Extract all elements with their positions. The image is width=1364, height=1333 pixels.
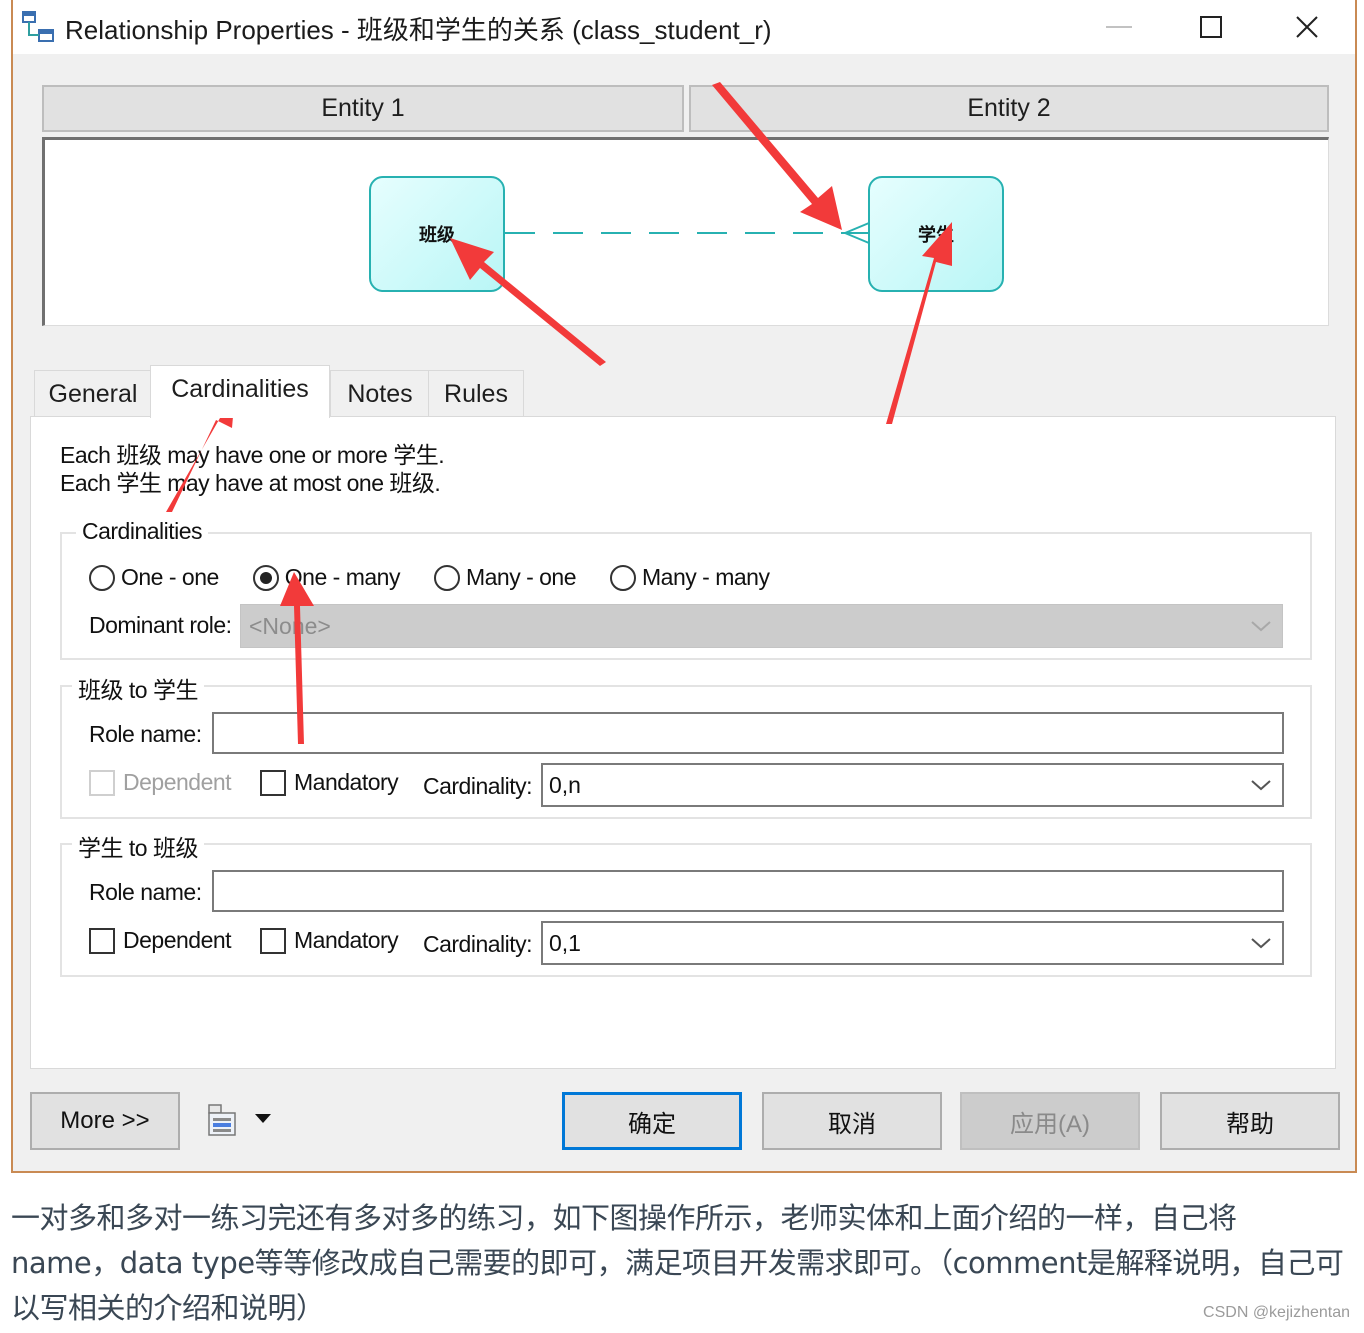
checkbox-box[interactable] [260, 927, 286, 954]
radio-one-one[interactable]: One - one [89, 564, 219, 591]
minimize-icon [1106, 26, 1132, 28]
apply-button: 应用(A) [960, 1092, 1140, 1150]
tab-notes[interactable]: Notes [330, 370, 430, 417]
relationship-app-icon [22, 11, 54, 42]
role1-cardinality-label: Cardinality: [423, 773, 533, 799]
role2-cardinality-value: 0,1 [549, 929, 581, 956]
watermark: CSDN @kejizhentan [1203, 1304, 1350, 1321]
checkbox-label: Dependent [123, 927, 232, 953]
help-button[interactable]: 帮助 [1160, 1092, 1340, 1150]
entity1-name: 班级 [419, 225, 455, 245]
radio-button[interactable] [89, 564, 115, 591]
property-sheet-icon[interactable] [205, 1103, 239, 1137]
checkbox-label: Mandatory [294, 769, 399, 795]
radio-many-many[interactable]: Many - many [610, 564, 770, 591]
radio-button-selected[interactable] [252, 564, 279, 591]
radio-label: Many - many [642, 564, 770, 590]
entity1-box[interactable]: 班级 [369, 176, 505, 292]
cardinalities-legend: Cardinalities [76, 518, 209, 545]
checkbox-label: Mandatory [294, 927, 399, 953]
entity2-name: 学生 [918, 225, 954, 245]
more-button[interactable]: More >> [30, 1092, 180, 1150]
role2-legend: 学生 to 班级 [72, 829, 204, 863]
entity2-header[interactable]: Entity 2 [689, 85, 1329, 132]
cardinalities-panel: Each 班级 may have one or more 学生. Each 学生… [30, 416, 1336, 1069]
role2-mandatory-checkbox[interactable]: Mandatory [260, 927, 399, 954]
role1-dependent-checkbox[interactable]: Dependent [89, 769, 232, 796]
maximize-button[interactable] [1163, 0, 1259, 54]
description-line-1: Each 班级 may have one or more 学生. [60, 442, 445, 468]
cardinalities-group: Cardinalities One - one One - many Many … [60, 518, 1312, 660]
relationship-properties-window: Relationship Properties - 班级和学生的关系 (clas… [11, 0, 1357, 1173]
dominant-role-select: <None> [240, 604, 1283, 648]
chevron-down-icon [1251, 621, 1271, 632]
radio-label: Many - one [465, 564, 577, 590]
relationship-diagram: 班级 学生 [42, 137, 1329, 326]
checkbox-box[interactable] [89, 769, 115, 796]
entity1-header[interactable]: Entity 1 [42, 85, 684, 132]
chevron-down-icon [1251, 938, 1271, 949]
role2-group: 学生 to 班级 Role name: Dependent Mandatory … [60, 829, 1312, 977]
chevron-down-icon [1251, 780, 1271, 791]
cardinality-description: Each 班级 may have one or more 学生. Each 学生… [60, 441, 445, 497]
role2-role-name-input[interactable] [212, 870, 1284, 912]
dominant-role-label: Dominant role: [89, 612, 232, 638]
toolbar-dropdown-arrow[interactable] [255, 1114, 271, 1123]
role1-group: 班级 to 学生 Role name: Dependent Mandatory … [60, 671, 1312, 819]
checkbox-box[interactable] [260, 769, 286, 796]
description-line-2: Each 学生 may have at most one 班级. [60, 470, 441, 496]
role1-role-name-label: Role name: [89, 721, 202, 747]
tab-rules[interactable]: Rules [428, 370, 524, 417]
tab-general[interactable]: General [34, 370, 152, 417]
radio-label: One - many [284, 564, 401, 590]
role1-cardinality-select[interactable]: 0,n [541, 763, 1284, 807]
radio-button[interactable] [433, 564, 460, 591]
article-line-1: 一对多和多对一练习完还有多对多的练习，如下图操作所示，老师实体和上面介绍的一样，… [11, 1201, 1237, 1235]
role2-cardinality-label: Cardinality: [423, 931, 533, 957]
ok-button[interactable]: 确定 [562, 1092, 742, 1150]
cardinality-radio-group: One - one One - many Many - one Many - m… [89, 564, 803, 591]
radio-many-one[interactable]: Many - one [433, 564, 577, 591]
entity2-box[interactable]: 学生 [868, 176, 1004, 292]
title-bar: Relationship Properties - 班级和学生的关系 (clas… [13, 0, 1355, 54]
tab-cardinalities[interactable]: Cardinalities [150, 365, 330, 418]
close-icon [1296, 16, 1318, 38]
minimize-button[interactable] [1071, 0, 1167, 54]
radio-button[interactable] [610, 564, 637, 591]
checkbox-box[interactable] [89, 927, 115, 954]
role1-legend: 班级 to 学生 [72, 671, 204, 705]
window-title: Relationship Properties - 班级和学生的关系 (clas… [65, 15, 772, 45]
article-line-2: name，data type等等修改成自己需要的即可，满足项目开发需求即可。（c… [11, 1246, 1344, 1280]
article-line-3: 以写相关的介绍和说明） [11, 1291, 325, 1325]
role2-dependent-checkbox[interactable]: Dependent [89, 927, 232, 954]
radio-label: One - one [121, 564, 219, 590]
radio-one-many[interactable]: One - many [252, 564, 401, 591]
role1-role-name-input[interactable] [212, 712, 1284, 754]
dominant-role-value: <None> [249, 612, 331, 639]
article-paragraph: 一对多和多对一练习完还有多对多的练习，如下图操作所示，老师实体和上面介绍的一样，… [11, 1196, 1356, 1331]
cancel-button[interactable]: 取消 [762, 1092, 942, 1150]
close-button[interactable] [1259, 0, 1355, 54]
role1-cardinality-value: 0,n [549, 771, 581, 798]
role2-cardinality-select[interactable]: 0,1 [541, 921, 1284, 965]
maximize-icon [1200, 16, 1222, 38]
checkbox-label: Dependent [123, 769, 232, 795]
relationship-link [505, 222, 870, 244]
role1-mandatory-checkbox[interactable]: Mandatory [260, 769, 399, 796]
role2-role-name-label: Role name: [89, 879, 202, 905]
